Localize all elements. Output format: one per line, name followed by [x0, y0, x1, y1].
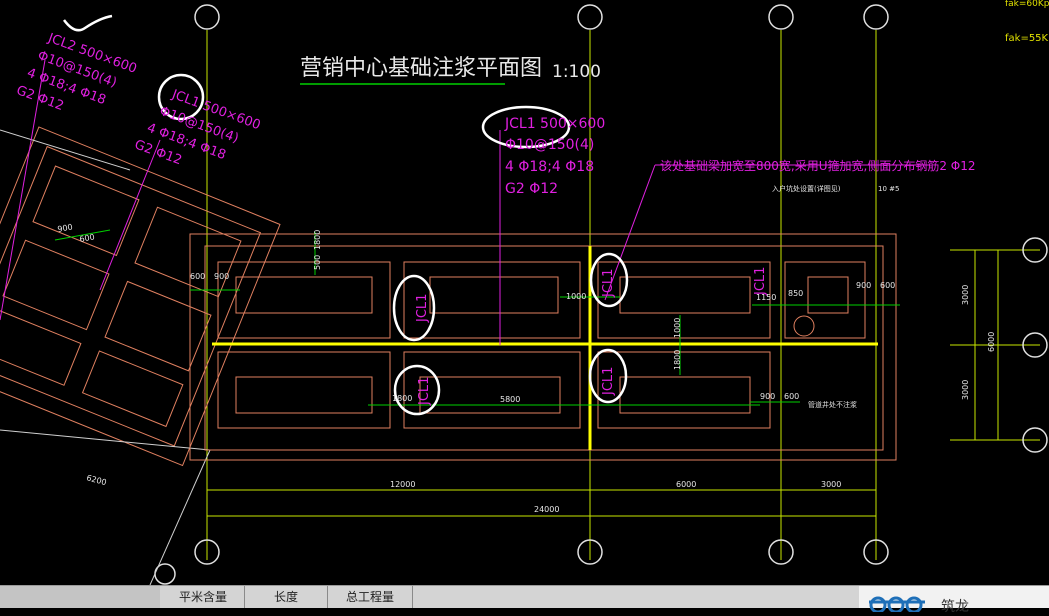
bottom-left-panel: [0, 586, 160, 608]
beam-label: JCL1: [417, 377, 432, 406]
dimension-texts: 24000 12000 6000 3000 3000 6000 3000 600…: [57, 222, 996, 514]
dim-5800: 5800: [500, 395, 520, 404]
col-total-quantity[interactable]: 总工程量: [328, 586, 413, 608]
jcl1-callout-side: G2 Φ12: [505, 181, 558, 197]
dim-right-upper: 3000: [961, 285, 970, 305]
beam-label: JCL1: [601, 367, 616, 396]
left-grid-lines: [0, 129, 211, 585]
dim-1200-v: 1000: [673, 318, 682, 338]
dim-1800-low: 1800: [392, 394, 412, 403]
dim-900-low: 900: [760, 392, 775, 401]
dim-500-v: 500: [313, 255, 322, 270]
green-dims: [54, 229, 900, 406]
fak-label: fak=55KP: [1005, 33, 1049, 44]
drawing-scale: 1:100: [552, 62, 601, 82]
jcl1-callout-rebar: 4 Φ18;4 Φ18: [505, 159, 594, 175]
small-note-1: 入户坑处设置(详图见): [772, 184, 841, 193]
small-note-3: 管道井处不注浆: [808, 400, 857, 409]
leader-lines: [0, 59, 930, 345]
dim-900: 900: [214, 272, 229, 281]
small-note-2: 10 #5: [878, 185, 899, 193]
drawing-title: 营销中心基础注浆平面图: [300, 56, 542, 81]
dim-span3: 3000: [821, 480, 841, 489]
dim-600-left: 600: [79, 232, 96, 244]
col-area-content[interactable]: 平米含量: [162, 586, 245, 608]
dim-6200: 6200: [85, 473, 107, 487]
dim-right-total: 6000: [987, 332, 996, 352]
logo-icon: [869, 596, 925, 612]
dim-900-left: 900: [57, 222, 74, 234]
dim-1150: 1150: [756, 293, 776, 302]
jcl1-callout-name: JCL1 500×600: [504, 116, 605, 132]
beam-label: JCL1: [601, 269, 616, 298]
dim-600-right: 600: [880, 281, 895, 290]
col-length[interactable]: 长度: [245, 586, 328, 608]
beam-label: JCL1: [753, 267, 768, 296]
dim-total: 24000: [534, 505, 559, 514]
fak-top-label: fak=60Kp: [1005, 0, 1049, 9]
logo-text: 筑龙: [941, 599, 969, 615]
foundation-outline: [189, 233, 897, 461]
left-building-outline: [0, 126, 281, 467]
dim-600-low: 600: [784, 392, 799, 401]
widen-note: 该处基础梁加宽至800宽,采用U箍加宽,侧面分布钢筋2 Φ12: [660, 158, 975, 173]
jcl1-left-callout: JCL1 500×600 Φ10@150(4) 4 Φ18;4 Φ18 G2 Φ…: [132, 87, 262, 169]
jcl1-callout-stirrup: Φ10@150(4): [505, 137, 594, 153]
dim-span2: 6000: [676, 480, 696, 489]
dim-1000: 1000: [566, 292, 586, 301]
beam-label: JCL1: [415, 294, 430, 323]
dim-1800-v2: 1800: [673, 350, 682, 370]
cad-drawing-canvas[interactable]: 营销中心基础注浆平面图 1:100 fak=60Kp fak=55KP JCL1…: [0, 0, 1049, 585]
jcl2-callout: JCL2 500×600 Φ10@150(4) 4 Φ18;4 Φ18 G2 Φ…: [14, 31, 138, 115]
logo-area: 筑龙: [859, 586, 1049, 615]
quantity-table-header: 平米含量 长度 总工程量: [162, 586, 413, 608]
bottom-panel: 平米含量 长度 总工程量 筑龙: [0, 585, 1049, 615]
dim-600: 600: [190, 272, 205, 281]
dim-900-right: 900: [856, 281, 871, 290]
dim-850: 850: [788, 289, 803, 298]
dim-1800-v: 1800: [313, 230, 322, 250]
dim-span1: 12000: [390, 480, 415, 489]
dim-right-lower: 3000: [961, 380, 970, 400]
